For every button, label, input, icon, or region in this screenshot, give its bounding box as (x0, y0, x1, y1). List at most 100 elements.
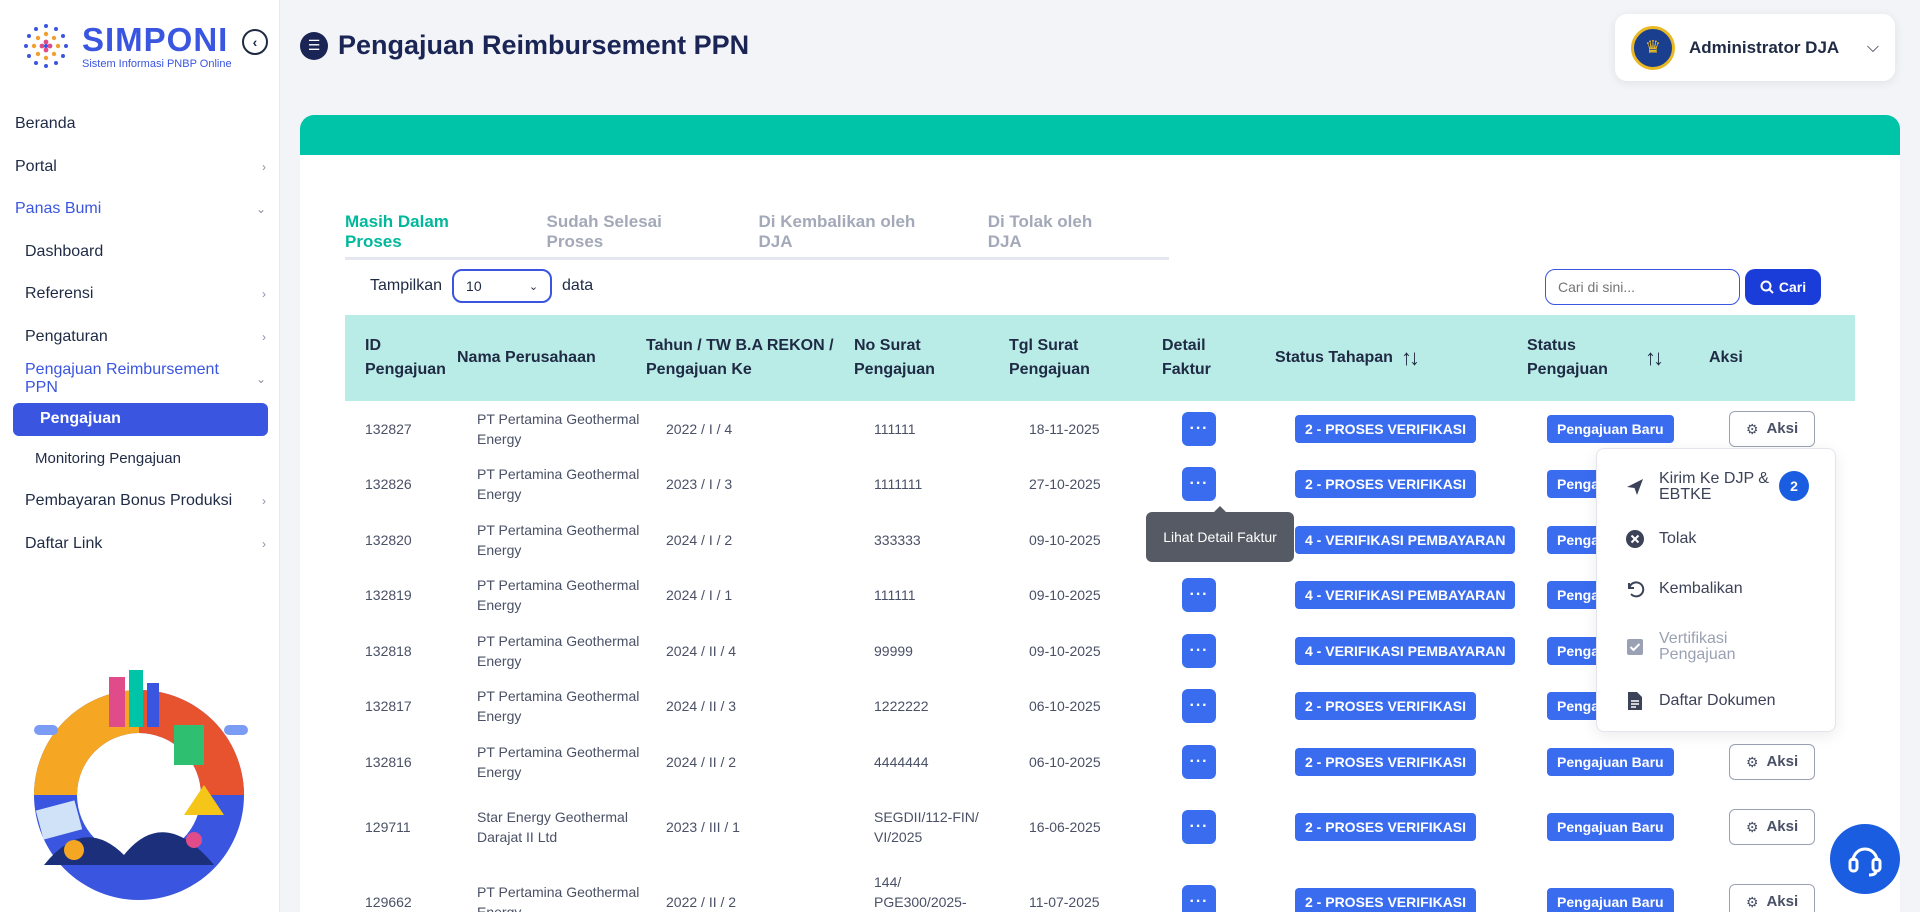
detail-faktur-button[interactable]: ··· (1182, 810, 1216, 844)
chevron-down-icon: ⌄ (255, 372, 266, 387)
cell-letter-date: 09-10-2025 (1029, 587, 1101, 604)
detail-faktur-button[interactable]: ··· (1182, 411, 1216, 446)
sidebar-item-portal[interactable]: Portal › (0, 146, 280, 189)
page-header: ☰ Pengajuan Reimbursement PPN (300, 30, 749, 61)
cell-status-tahapan: 2 - PROSES VERIFIKASI (1295, 692, 1547, 721)
user-name: Administrator DJA (1689, 37, 1840, 57)
sort-icon[interactable]: ↑↓ (1645, 346, 1664, 370)
chevron-right-icon: › (262, 536, 266, 551)
stage-badge: 2 - PROSES VERIFIKASI (1295, 888, 1477, 912)
cell-detail-faktur: ··· (1182, 810, 1295, 844)
cell-period: 2024 / II / 2 (666, 753, 737, 770)
sidebar-item-beranda[interactable]: Beranda (0, 103, 280, 146)
stage-badge: 2 - PROSES VERIFIKASI (1295, 414, 1477, 443)
aksi-button[interactable]: ⚙Aksi (1729, 884, 1815, 912)
tab-masih-dalam-proses[interactable]: Masih Dalam Proses (345, 180, 497, 260)
cell-status-tahapan: 4 - VERIFIKASI PEMBAYARAN (1295, 525, 1547, 554)
cell-status-pengajuan: Pengajuan Baru (1547, 414, 1729, 443)
menu-item-kembalikan[interactable]: Kembalikan (1625, 579, 1743, 599)
menu-item-daftar-dokumen[interactable]: Daftar Dokumen (1625, 691, 1776, 711)
detail-faktur-button[interactable]: ··· (1182, 578, 1216, 613)
sidebar-item-panas-bumi[interactable]: Panas Bumi ⌄ (0, 188, 280, 231)
sidebar-nav: Beranda Portal › Panas Bumi ⌄ Dashboard Re… (0, 103, 280, 565)
detail-faktur-button[interactable]: ··· (1182, 467, 1216, 502)
cell-status-tahapan: 2 - PROSES VERIFIKASI (1295, 414, 1547, 443)
cell-company: PT Pertamina Geothermal Energy (477, 410, 640, 447)
detail-faktur-button[interactable]: ··· (1182, 689, 1216, 724)
cell-letter-no: 111111 (874, 420, 916, 437)
cell-status-tahapan: 2 - PROSES VERIFIKASI (1295, 470, 1547, 499)
send-icon (1625, 477, 1645, 497)
sort-icon[interactable]: ↑↓ (1401, 346, 1420, 370)
col-header-status-pengajuan[interactable]: Status Pengajuan ↑↓ (1527, 334, 1709, 382)
cell-period: 2022 / II / 2 (666, 894, 737, 910)
cell-status-tahapan: 2 - PROSES VERIFIKASI (1295, 888, 1547, 912)
cell-period: 2023 / I / 3 (666, 476, 733, 493)
aksi-button[interactable]: ⚙Aksi (1729, 410, 1815, 447)
sidebar-item-monitoring-pengajuan[interactable]: Monitoring Pengajuan (0, 438, 280, 481)
detail-faktur-button[interactable]: ··· (1182, 744, 1216, 779)
col-header-status-tahapan[interactable]: Status Tahapan ↑↓ (1275, 346, 1527, 370)
tab-dikembalikan-oleh-dja[interactable]: Di Kembalikan oleh DJA (758, 180, 937, 260)
cell-letter-no: 111111 (874, 587, 916, 604)
aksi-button[interactable]: ⚙Aksi (1729, 809, 1815, 845)
cell-detail-faktur: ··· (1182, 633, 1295, 668)
sidebar-item-pengajuan-reimbursement-ppn[interactable]: Pengajuan Reimbursement PPN ⌄ (0, 358, 280, 401)
sidebar-item-pengaturan[interactable]: Pengaturan › (0, 316, 280, 359)
cell-aksi: ⚙Aksi (1729, 743, 1855, 780)
cell-aksi: ⚙Aksi (1729, 410, 1855, 447)
geothermal-illustration (34, 670, 248, 900)
cell-company: PT Pertamina Geothermal Energy (477, 743, 640, 780)
sidebar-item-pengajuan[interactable]: Pengajuan (13, 402, 268, 436)
cell-company: PT Pertamina Geothermal Energy (477, 521, 640, 558)
menu-item-kirim-ke-djp[interactable]: Kirim Ke DJP & EBTKE (1625, 471, 1777, 503)
cell-letter-date: 16-06-2025 (1029, 819, 1101, 835)
search-icon (1760, 280, 1774, 294)
stage-badge: 4 - VERIFIKASI PEMBAYARAN (1295, 525, 1516, 554)
stage-badge: 4 - VERIFIKASI PEMBAYARAN (1295, 636, 1516, 665)
cell-status-tahapan: 4 - VERIFIKASI PEMBAYARAN (1295, 636, 1547, 665)
check-square-icon (1625, 637, 1645, 657)
search-input[interactable] (1545, 269, 1740, 305)
cell-status-pengajuan: Pengajuan Baru (1547, 888, 1729, 912)
stage-badge: 2 - PROSES VERIFIKASI (1295, 692, 1477, 721)
cell-letter-no: 99999 (874, 642, 913, 659)
status-badge: Pengajuan Baru (1547, 888, 1674, 912)
help-button[interactable] (1830, 824, 1900, 894)
search-button[interactable]: Cari (1745, 269, 1821, 305)
detail-faktur-button[interactable]: ··· (1182, 633, 1216, 668)
sidebar-item-pembayaran-bonus-produksi[interactable]: Pembayaran Bonus Produksi › (0, 480, 280, 523)
cell-id: 132817 (365, 698, 412, 715)
detail-faktur-button[interactable]: ··· (1182, 885, 1216, 912)
sidebar-collapse-button[interactable]: ‹ (242, 29, 268, 55)
cell-letter-date: 06-10-2025 (1029, 698, 1101, 715)
user-menu[interactable]: ♛ Administrator DJA ⌵ (1615, 14, 1895, 81)
list-icon: ☰ (300, 31, 328, 60)
cell-period: 2024 / I / 1 (666, 587, 733, 604)
cell-period: 2024 / II / 4 (666, 642, 737, 659)
cell-period: 2024 / I / 2 (666, 531, 733, 548)
page-size-select[interactable]: 10 ⌄ (452, 269, 553, 303)
menu-item-tolak[interactable]: Tolak (1625, 529, 1696, 549)
sidebar-item-referensi[interactable]: Referensi › (0, 273, 280, 316)
aksi-button[interactable]: ⚙Aksi (1729, 743, 1815, 780)
cell-letter-no: 4444444 (874, 753, 929, 770)
cell-company: PT Pertamina Geothermal Energy (477, 466, 640, 503)
tab-ditolak-oleh-dja[interactable]: Di Tolak oleh DJA (988, 180, 1119, 260)
x-circle-icon (1625, 529, 1645, 549)
cell-period: 2022 / I / 4 (666, 420, 733, 437)
cell-id: 132820 (365, 531, 412, 548)
cell-letter-no: 333333 (874, 531, 921, 548)
cell-aksi: ⚙Aksi (1729, 884, 1855, 912)
cell-letter-no: 1222222 (874, 698, 929, 715)
table-row: 129662 PT Pertamina Geothermal Energy 2022… (345, 865, 1855, 912)
sidebar-item-dashboard[interactable]: Dashboard (0, 231, 280, 274)
tab-sudah-selesai-proses[interactable]: Sudah Selesai Proses (547, 180, 709, 260)
sidebar-item-daftar-link[interactable]: Daftar Link › (0, 523, 280, 566)
cell-company: Star Energy Geothermal Darajat II Ltd (477, 809, 628, 845)
cell-id: 132818 (365, 642, 412, 659)
brand-logo[interactable]: SIMPONI Sistem Informasi PNBP Online (18, 18, 232, 74)
page-size-control: Tampilkan 10 ⌄ data (370, 269, 593, 303)
simponi-logo-icon (24, 24, 68, 68)
gear-icon: ⚙ (1745, 753, 1759, 770)
